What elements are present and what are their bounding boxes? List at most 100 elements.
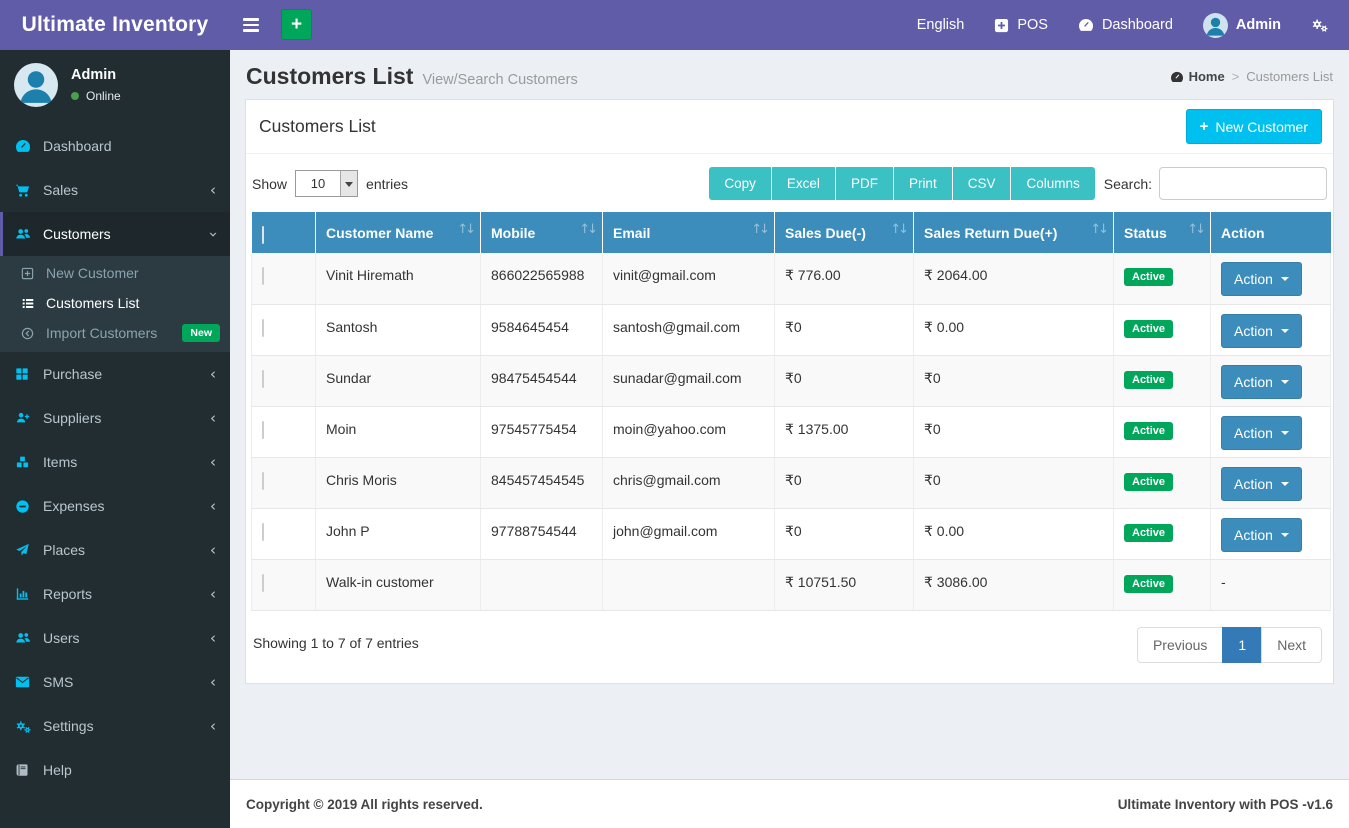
header-sales-due[interactable]: Sales Due(-) ↑↓	[774, 212, 914, 253]
action-button[interactable]: Action	[1221, 517, 1302, 552]
copy-button[interactable]: Copy	[709, 167, 772, 200]
cart-icon	[15, 183, 43, 198]
sidebar-item-sales[interactable]: Sales ‹	[0, 168, 230, 212]
bar-chart-icon	[15, 587, 43, 601]
breadcrumb: Home > Customers List	[1170, 69, 1333, 84]
header-status[interactable]: Status ↑↓	[1113, 212, 1211, 253]
sidebar-item-reports[interactable]: Reports ‹	[0, 572, 230, 616]
csv-button[interactable]: CSV	[952, 167, 1012, 200]
cell-customer-name: Chris Moris	[315, 457, 481, 509]
new-badge: New	[182, 324, 220, 342]
cell-action-empty: -	[1210, 559, 1331, 611]
cell-mobile: 97545775454	[480, 406, 603, 458]
action-button[interactable]: Action	[1221, 466, 1302, 501]
header-email[interactable]: Email ↑↓	[602, 212, 775, 253]
select-all-checkbox[interactable]	[261, 226, 264, 244]
cell-sales-due: ₹0	[774, 304, 914, 356]
page-number-button[interactable]: 1	[1222, 626, 1263, 663]
breadcrumb-current: Customers List	[1246, 69, 1333, 84]
sidebar-item-customers-list[interactable]: Customers List	[0, 288, 230, 318]
sidebar-item-customers[interactable]: Customers ‹	[0, 212, 230, 256]
select-dropdown-button[interactable]	[340, 171, 358, 196]
header-sales-return-due[interactable]: Sales Return Due(+) ↑↓	[913, 212, 1114, 253]
caret-down-icon	[1280, 430, 1289, 439]
row-checkbox[interactable]	[262, 573, 264, 592]
gauge-icon	[1170, 71, 1184, 83]
header-mobile[interactable]: Mobile ↑↓	[480, 212, 603, 253]
sort-icon: ↑↓	[890, 222, 909, 237]
action-button[interactable]: Action	[1221, 364, 1302, 399]
cell-sales-due: ₹0	[774, 508, 914, 560]
breadcrumb-home[interactable]: Home	[1170, 69, 1225, 84]
row-checkbox[interactable]	[262, 369, 264, 388]
sidebar-item-settings[interactable]: Settings ‹	[0, 704, 230, 748]
table-row: Walk-in customer ₹ 10751.50 ₹ 3086.00 Ac…	[251, 559, 1331, 611]
select-all-header[interactable]	[251, 212, 316, 253]
cell-email: moin@yahoo.com	[602, 406, 775, 458]
header-customer-name[interactable]: Customer Name ↑↓	[315, 212, 481, 253]
sidebar-item-dashboard[interactable]: Dashboard	[0, 124, 230, 168]
plus-square-icon	[994, 18, 1009, 33]
minus-circle-icon	[15, 499, 43, 514]
sidebar-item-new-customer[interactable]: New Customer	[0, 258, 230, 288]
page-length-select[interactable]: 10	[295, 170, 359, 197]
row-checkbox[interactable]	[262, 318, 264, 337]
quick-add-button[interactable]: +	[281, 9, 312, 41]
gears-icon	[15, 719, 43, 734]
row-checkbox[interactable]	[262, 471, 264, 490]
chevron-left-icon: ‹	[210, 540, 216, 559]
app-logo[interactable]: Ultimate Inventory	[0, 13, 230, 37]
previous-page-button[interactable]: Previous	[1136, 626, 1224, 663]
sidebar-toggle-icon[interactable]	[230, 8, 272, 41]
action-button[interactable]: Action	[1221, 415, 1302, 450]
cell-sales-return-due: ₹0	[913, 457, 1114, 509]
dashboard-link[interactable]: Dashboard	[1078, 17, 1173, 33]
next-page-button[interactable]: Next	[1261, 626, 1322, 663]
sidebar-item-purchase[interactable]: Purchase ‹	[0, 352, 230, 396]
version-text: Ultimate Inventory with POS -v1.6	[1117, 796, 1333, 812]
sidebar-item-help[interactable]: Help	[0, 748, 230, 792]
status-badge: Active	[1124, 370, 1174, 389]
cell-email: john@gmail.com	[602, 508, 775, 560]
cell-mobile: 845457454545	[480, 457, 603, 509]
row-checkbox[interactable]	[262, 420, 264, 439]
row-checkbox[interactable]	[262, 522, 264, 541]
action-button[interactable]: Action	[1221, 262, 1302, 296]
user-name: Admin	[71, 67, 117, 83]
cell-sales-due: ₹ 776.00	[774, 253, 914, 305]
print-button[interactable]: Print	[893, 167, 953, 200]
online-dot-icon	[71, 92, 79, 100]
users-icon	[15, 227, 43, 242]
status-badge: Active	[1124, 472, 1174, 491]
user-status: Online	[71, 89, 121, 103]
cell-sales-due: ₹0	[774, 457, 914, 509]
sidebar-item-places[interactable]: Places ‹	[0, 528, 230, 572]
export-buttons: Copy Excel PDF Print CSV Columns	[709, 167, 1095, 200]
language-menu[interactable]: English	[917, 17, 965, 33]
table-row: John P 97788754544 john@gmail.com ₹0 ₹ 0…	[251, 508, 1331, 560]
sidebar-item-expenses[interactable]: Expenses ‹	[0, 484, 230, 528]
sidebar-item-sms[interactable]: SMS ‹	[0, 660, 230, 704]
search-input[interactable]	[1159, 167, 1327, 200]
pdf-button[interactable]: PDF	[835, 167, 894, 200]
pos-link[interactable]: POS	[994, 17, 1048, 33]
sidebar-item-suppliers[interactable]: Suppliers ‹	[0, 396, 230, 440]
sidebar-item-import-customers[interactable]: Import Customers New	[0, 318, 230, 348]
row-checkbox[interactable]	[262, 267, 264, 285]
sort-icon: ↑↓	[751, 222, 770, 237]
user-menu[interactable]: Admin	[1202, 12, 1281, 38]
header-action: Action	[1210, 212, 1331, 253]
cell-customer-name: Walk-in customer	[315, 559, 481, 611]
columns-button[interactable]: Columns	[1011, 167, 1095, 200]
action-button[interactable]: Action	[1221, 313, 1302, 348]
sidebar-item-items[interactable]: Items ‹	[0, 440, 230, 484]
cell-email: vinit@gmail.com	[602, 253, 775, 305]
card-title: Customers List	[259, 116, 376, 136]
new-customer-button[interactable]: + New Customer	[1185, 109, 1322, 144]
cell-mobile: 9584645454	[480, 304, 603, 356]
excel-button[interactable]: Excel	[771, 167, 836, 200]
cell-sales-return-due: ₹ 0.00	[913, 508, 1114, 560]
cell-mobile: 866022565988	[480, 253, 603, 305]
settings-gear-icon[interactable]	[1311, 17, 1329, 33]
sidebar-item-users[interactable]: Users ‹	[0, 616, 230, 660]
